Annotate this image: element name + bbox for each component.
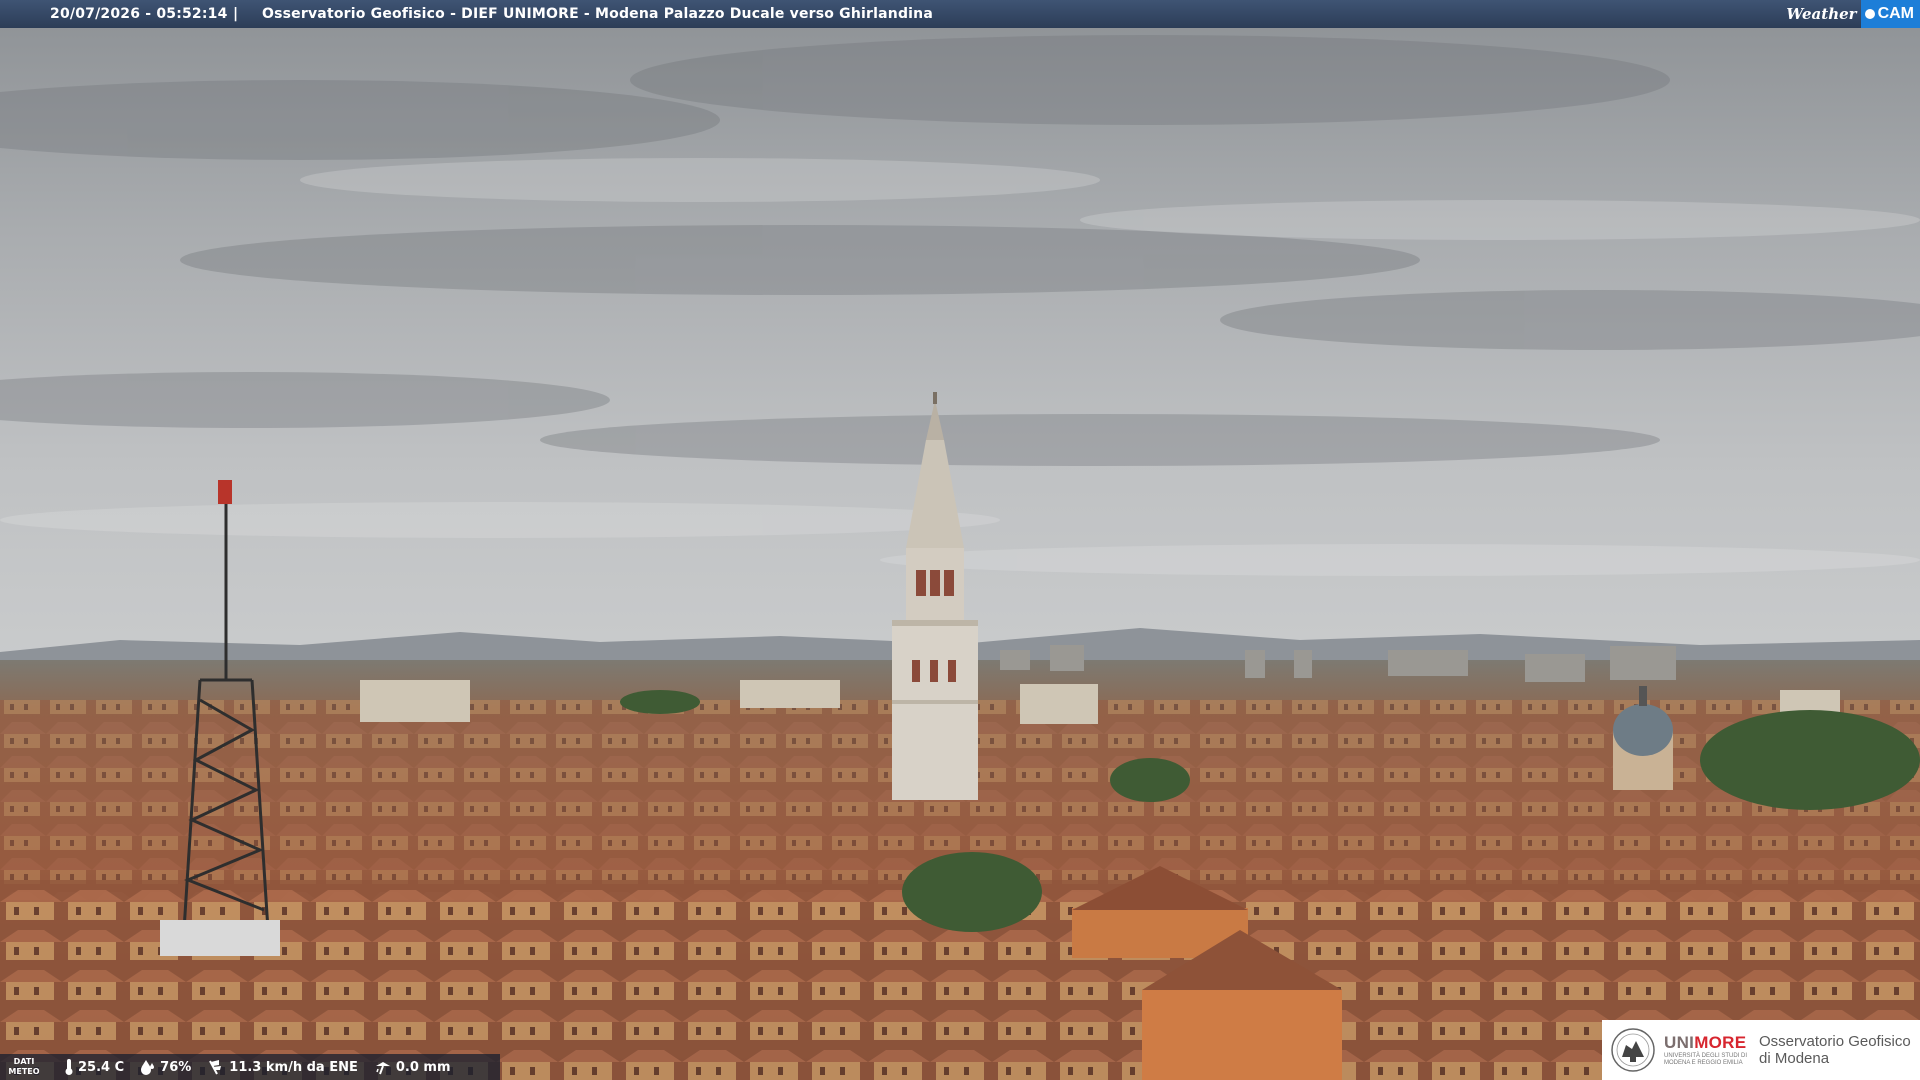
- unimore-name-more: MORE: [1694, 1033, 1747, 1052]
- wind-reading: 11.3 km/h da ENE: [207, 1059, 358, 1075]
- unimore-name: UNIMORE: [1664, 1033, 1747, 1053]
- observatory-name: Osservatorio Geofisico di Modena: [1759, 1033, 1911, 1067]
- thermometer-icon: [65, 1059, 73, 1075]
- temperature-reading: 25.4 C: [64, 1059, 124, 1075]
- timestamp: 20/07/2026 - 05:52:14: [50, 6, 228, 22]
- rain-gauge-icon: [375, 1062, 390, 1075]
- unimore-subtitle: UNIVERSITÀ DEGLI STUDI DI MODENA E REGGI…: [1664, 1053, 1747, 1067]
- observatory-name-line1: Osservatorio Geofisico: [1759, 1033, 1911, 1050]
- wind-icon: [209, 1060, 222, 1075]
- webcam-frame: 20/07/2026 - 05:52:14 | Osservatorio Geo…: [0, 0, 1920, 1080]
- humidity-value: 76%: [160, 1059, 192, 1075]
- wind-value: 11.3 km/h da ENE: [229, 1059, 358, 1075]
- weather-data-label: DATI METEO: [0, 1057, 48, 1077]
- temperature-value: 25.4 C: [78, 1059, 125, 1075]
- webcam-title: Osservatorio Geofisico - DIEF UNIMORE - …: [262, 6, 933, 22]
- unimore-subtitle-line1: UNIVERSITÀ DEGLI STUDI DI: [1664, 1053, 1748, 1059]
- webcam-caption-bar: 20/07/2026 - 05:52:14 | Osservatorio Geo…: [0, 0, 1920, 28]
- unimore-logo: UNIMORE UNIVERSITÀ DEGLI STUDI DI MODENA…: [1602, 1020, 1920, 1080]
- weathercam-logo-weather: Weather: [1786, 5, 1857, 23]
- weathercam-logo-cam-text: CAM: [1877, 5, 1914, 22]
- rain-reading: 0.0 mm: [374, 1059, 451, 1075]
- weathercam-logo: Weather CAM: [1786, 0, 1920, 28]
- weather-data-label-line2: METEO: [8, 1067, 40, 1076]
- humidity-reading: 76%: [140, 1059, 191, 1075]
- weathercam-logo-cam: CAM: [1860, 0, 1920, 28]
- humidity-drop-icon: [141, 1060, 155, 1075]
- camera-lens-icon: [1864, 9, 1875, 19]
- observatory-name-line2: di Modena: [1759, 1050, 1830, 1067]
- unimore-name-uni: UNI: [1664, 1033, 1695, 1052]
- rain-value: 0.0 mm: [395, 1059, 451, 1075]
- university-seal-icon: [1611, 1028, 1655, 1072]
- weather-data-label-line1: DATI: [13, 1057, 35, 1066]
- caption-separator: |: [233, 6, 239, 22]
- unimore-subtitle-line2: MODENA E REGGIO EMILIA: [1664, 1060, 1743, 1066]
- unimore-wordmark: UNIMORE UNIVERSITÀ DEGLI STUDI DI MODENA…: [1664, 1033, 1747, 1067]
- webcam-photo: [0, 0, 1920, 1080]
- weather-data-bar: DATI METEO 25.4 C 76% 11.3 km/h da ENE 0…: [0, 1054, 500, 1080]
